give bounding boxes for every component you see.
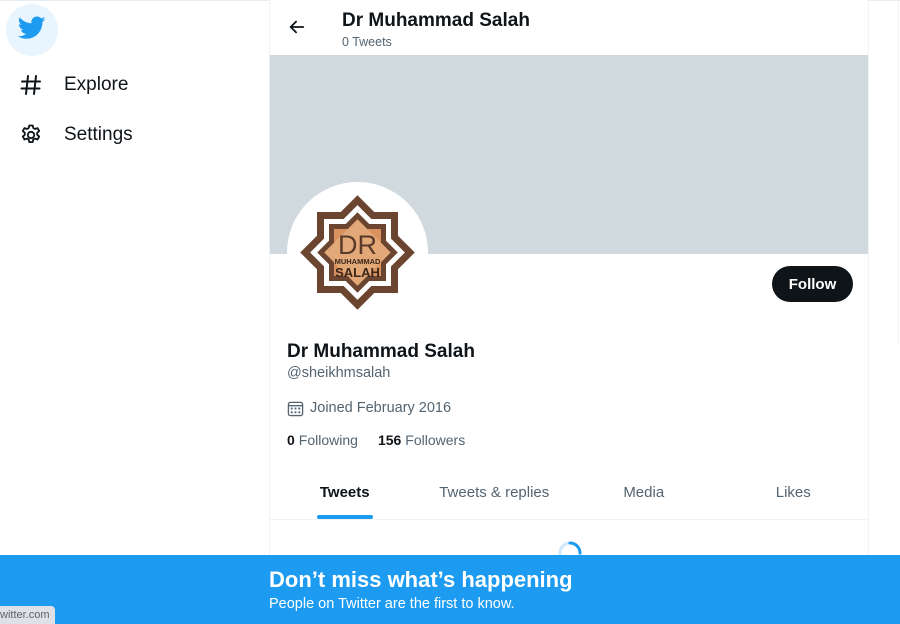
tab-media[interactable]: Media (569, 465, 719, 519)
nav-item-explore[interactable]: Explore (16, 63, 128, 107)
profile-tabs: Tweets Tweets & replies Media Likes (270, 465, 868, 520)
bottom-bar-title: Don’t miss what’s happening (269, 567, 573, 592)
back-button[interactable] (282, 14, 312, 44)
profile-header: Dr Muhammad Salah 0 Tweets (270, 0, 868, 55)
tab-label: Media (623, 483, 665, 501)
nav-item-label: Explore (64, 74, 129, 95)
profile-column: Dr Muhammad Salah 0 Tweets DR MUHAMMAD S… (269, 0, 869, 624)
joined-text: Joined February 2016 (310, 400, 452, 416)
twitter-bird-icon (17, 15, 46, 45)
tab-tweets-and-replies[interactable]: Tweets & replies (420, 465, 570, 519)
tab-label: Tweets (319, 483, 370, 501)
hashtag-icon (16, 70, 46, 100)
avatar-text-salah: SALAH (335, 265, 380, 280)
left-navigation: Explore Settings (0, 0, 268, 624)
header-title: Dr Muhammad Salah (342, 10, 530, 31)
joined-date: Joined February 2016 (287, 399, 451, 417)
followers-count: 156 (377, 432, 402, 448)
arrow-left-icon (288, 18, 306, 41)
following-count: 0 (287, 432, 295, 448)
bottom-signup-bar: Don’t miss what’s happening People on Tw… (0, 555, 900, 624)
status-url-tooltip: witter.com (0, 606, 55, 624)
tab-likes[interactable]: Likes (719, 465, 869, 519)
profile-display-name: Dr Muhammad Salah (287, 341, 475, 362)
follow-button[interactable]: Follow (772, 266, 853, 302)
active-tab-indicator (316, 515, 373, 519)
follow-stats: 0 Following 156 Followers (287, 432, 485, 448)
twitter-logo-button[interactable] (6, 4, 58, 56)
calendar-icon (287, 399, 305, 417)
tab-label: Likes (775, 483, 811, 501)
followers-label: Followers (405, 432, 466, 448)
tab-tweets[interactable]: Tweets (270, 465, 420, 519)
profile-handle: @sheikhmsalah (287, 365, 391, 381)
gear-icon (16, 120, 46, 150)
avatar[interactable]: DR MUHAMMAD SALAH (287, 182, 428, 323)
bottom-bar-subtitle: People on Twitter are the first to know. (269, 596, 515, 612)
nav-item-settings[interactable]: Settings (16, 113, 133, 157)
following-label: Following (298, 432, 358, 448)
nav-item-label: Settings (64, 124, 133, 145)
followers-link[interactable]: 156 Followers (378, 432, 465, 448)
tab-label: Tweets & replies (439, 483, 550, 501)
avatar-text-dr: DR (338, 230, 377, 260)
following-link[interactable]: 0 Following (287, 432, 358, 448)
header-tweet-count: 0 Tweets (342, 35, 392, 49)
